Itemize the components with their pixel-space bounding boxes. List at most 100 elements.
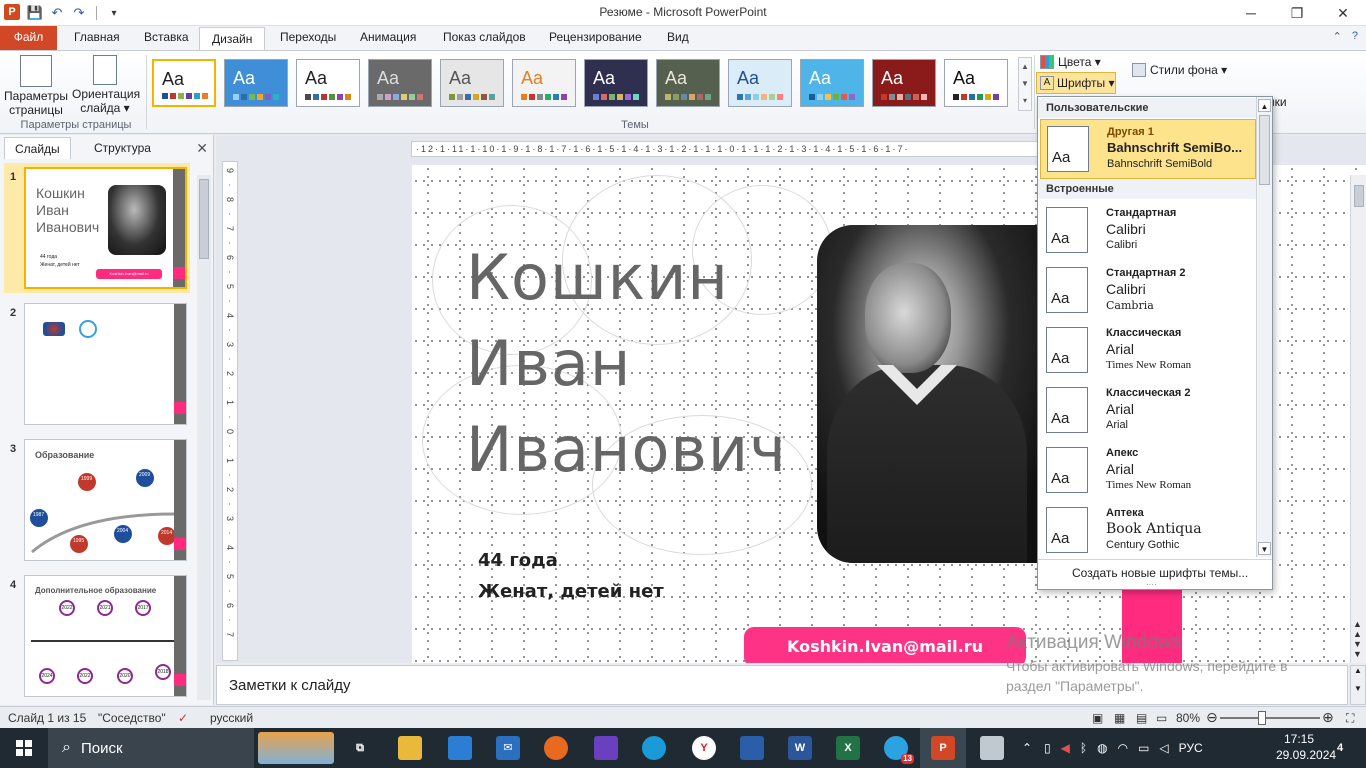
background-styles-button[interactable]: Стили фона ▾ <box>1132 63 1227 77</box>
tab-review[interactable]: Рецензирование <box>537 26 654 50</box>
tab-animation[interactable]: Анимация <box>348 26 428 50</box>
theme-thumbnail[interactable]: Aa <box>800 59 864 107</box>
theme-thumbnail[interactable]: Aa <box>368 59 432 107</box>
fonts-dropdown-scrollbar[interactable]: ▲ ▼ <box>1256 97 1272 557</box>
tab-slides[interactable]: Слайды <box>4 137 71 159</box>
slide-thumbnail-4[interactable]: Дополнительное образование 2022 2021 201… <box>24 575 187 697</box>
usb-icon[interactable]: ▯ <box>1044 741 1051 755</box>
font-theme-item-pharmacy[interactable]: Aa Аптека Book Antiqua Century Gothic <box>1040 501 1256 557</box>
tab-transitions[interactable]: Переходы <box>268 26 348 50</box>
search-highlight-image[interactable] <box>258 732 334 764</box>
tab-design[interactable]: Дизайн <box>199 27 266 51</box>
maximize-button[interactable]: ❐ <box>1274 0 1320 26</box>
store-icon[interactable] <box>448 736 472 760</box>
tab-home[interactable]: Главная <box>62 26 132 50</box>
slide-thumbnail-2[interactable] <box>24 303 187 425</box>
speaker-icon[interactable]: ◁ <box>1159 741 1168 755</box>
page-setup-button[interactable]: Параметры страницы <box>3 53 69 117</box>
tab-outline[interactable]: Структура <box>84 137 161 159</box>
font-theme-item-standard[interactable]: Aa Стандартная Calibri Calibri <box>1040 201 1256 261</box>
fonts-button[interactable]: A Шрифты ▾ <box>1036 72 1116 94</box>
theme-thumbnail[interactable]: Aa <box>152 59 216 107</box>
spellcheck-icon[interactable]: ✓ <box>178 711 188 725</box>
word-icon[interactable]: W <box>788 736 812 760</box>
zoom-out-icon[interactable]: ⊖ <box>1206 709 1218 726</box>
collapse-ribbon-icon[interactable]: ⌃ <box>1333 30 1342 43</box>
edge-icon[interactable] <box>642 736 666 760</box>
theme-thumbnail[interactable]: Aa <box>584 59 648 107</box>
slideshow-view-icon[interactable]: ▭ <box>1156 711 1167 725</box>
minimize-button[interactable]: ─ <box>1228 0 1274 26</box>
file-explorer-icon[interactable] <box>398 736 422 760</box>
task-view-icon[interactable]: ⧉ <box>348 736 372 760</box>
language-indicator[interactable]: русский <box>210 711 253 725</box>
powerpoint-taskbar-icon[interactable]: P <box>931 736 955 760</box>
normal-view-icon[interactable]: ▣ <box>1092 711 1103 725</box>
zoom-slider[interactable] <box>1220 717 1320 719</box>
theme-thumbnail[interactable]: Aa <box>872 59 936 107</box>
zoom-slider-knob[interactable] <box>1258 711 1266 725</box>
notification-center-icon[interactable]: 4 <box>1328 736 1352 760</box>
slide-orientation-button[interactable]: Ориентация слайда ▾ <box>72 53 140 115</box>
slide-thumbnail-1[interactable]: Кошкин Иван Иванович 44 года Женат, дете… <box>24 167 187 289</box>
input-language[interactable]: РУС <box>1179 741 1203 755</box>
font-theme-item-classic-2[interactable]: Aa Классическая 2 Arial Arial <box>1040 381 1256 441</box>
reading-view-icon[interactable]: ▤ <box>1136 711 1147 725</box>
scrollbar-thumb[interactable] <box>199 179 209 259</box>
theme-thumbnail[interactable]: Aa <box>944 59 1008 107</box>
close-panel-icon[interactable]: ✕ <box>196 140 208 157</box>
theme-thumbnail[interactable]: Aa <box>728 59 792 107</box>
theme-name[interactable]: "Соседство" <box>98 711 166 725</box>
bluetooth-icon[interactable]: ᛒ <box>1080 741 1087 755</box>
app-icon[interactable] <box>594 736 618 760</box>
tab-file[interactable]: Файл <box>0 26 57 50</box>
resume-name[interactable]: Кошкин Иван Иванович <box>466 235 787 493</box>
excel-icon[interactable]: X <box>836 736 860 760</box>
theme-thumbnail[interactable]: Aa <box>296 59 360 107</box>
fit-to-window-icon[interactable]: ⛶ <box>1346 711 1354 726</box>
theme-thumbnail[interactable]: Aa <box>440 59 504 107</box>
telegram-icon[interactable]: 13 <box>884 736 914 764</box>
themes-gallery-scroll[interactable]: ▲ ▼ ▾ <box>1018 57 1032 111</box>
font-theme-item-classic[interactable]: Aa Классическая Arial Times New Roman <box>1040 321 1256 381</box>
font-theme-item-custom-1[interactable]: Aa Другая 1 Bahnschrift SemiBo... Bahnsc… <box>1040 119 1256 179</box>
theme-thumbnail[interactable]: Aa <box>512 59 576 107</box>
slide-scrollbar[interactable]: ▲ ▲ ▼ ▼ <box>1350 175 1366 663</box>
zoom-level[interactable]: 80% <box>1176 711 1200 725</box>
mail-icon[interactable]: ✉ <box>496 736 520 760</box>
battery-icon[interactable]: ▭ <box>1138 741 1149 755</box>
volume-muted-icon[interactable]: ◀ <box>1061 741 1070 755</box>
colors-button[interactable]: Цвета ▾ <box>1040 55 1101 69</box>
firefox-icon[interactable] <box>544 736 568 760</box>
wifi-icon[interactable]: ◠ <box>1118 741 1128 755</box>
slide-nav-arrows[interactable]: ▲ ▲ ▼ ▼ <box>1353 619 1362 659</box>
theme-thumbnail[interactable]: Aa <box>224 59 288 107</box>
tab-slideshow[interactable]: Показ слайдов <box>431 26 538 50</box>
resize-grip[interactable]: ···· <box>1146 580 1157 589</box>
matlab-icon[interactable] <box>740 736 764 760</box>
theme-thumbnail[interactable]: Aa <box>656 59 720 107</box>
scrollbar-thumb[interactable] <box>1259 115 1270 185</box>
close-button[interactable]: ✕ <box>1320 0 1366 26</box>
font-theme-item-standard-2[interactable]: Aa Стандартная 2 Calibri Cambria <box>1040 261 1256 321</box>
start-button[interactable] <box>0 728 48 768</box>
notes-scrollbar[interactable]: ▲ ▼ <box>1350 665 1366 705</box>
show-hidden-icons[interactable]: ⌃ <box>1022 741 1032 755</box>
email-box[interactable]: Koshkin.Ivan@mail.ru <box>744 627 1026 663</box>
tab-insert[interactable]: Вставка <box>132 26 201 50</box>
slide-thumbnail-3[interactable]: Образование 1999 2009 1987 2004 2014 199… <box>24 439 187 561</box>
yandex-browser-icon[interactable]: Y <box>692 736 716 760</box>
clock[interactable]: 17:15 29.09.2024 <box>1276 731 1336 763</box>
slide-sorter-icon[interactable]: ▦ <box>1114 711 1125 725</box>
taskbar-search[interactable]: ⌕ Поиск <box>48 728 254 768</box>
tab-view[interactable]: Вид <box>655 26 701 50</box>
network-icon[interactable]: ◍ <box>1097 741 1107 755</box>
scrollbar-thumb[interactable] <box>1354 185 1364 207</box>
font-theme-item-apex[interactable]: Aa Апекс Arial Times New Roman <box>1040 441 1256 501</box>
scroll-down-icon[interactable]: ▼ <box>1258 542 1271 555</box>
slides-panel-scrollbar[interactable] <box>197 175 211 700</box>
help-icon[interactable]: ? <box>1352 30 1358 43</box>
scroll-up-icon[interactable]: ▲ <box>1258 99 1271 112</box>
zoom-in-icon[interactable]: ⊕ <box>1322 709 1334 726</box>
paint-icon[interactable] <box>980 736 1004 760</box>
